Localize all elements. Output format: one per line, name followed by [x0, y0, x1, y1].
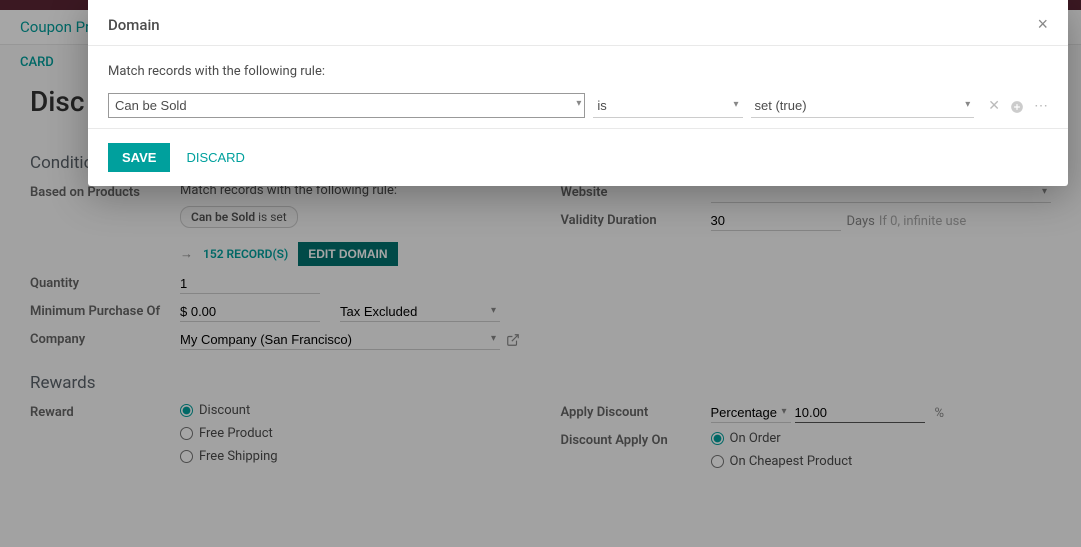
more-rule-icon[interactable]: ⋯ [1034, 98, 1048, 114]
add-rule-icon[interactable] [1010, 96, 1024, 115]
discard-button[interactable]: DISCARD [186, 150, 245, 165]
modal-close-button[interactable]: × [1037, 14, 1048, 35]
domain-modal: Domain × Match records with the followin… [88, 0, 1068, 186]
save-button[interactable]: SAVE [108, 143, 170, 172]
modal-title: Domain [108, 16, 160, 34]
modal-description: Match records with the following rule: [108, 64, 1048, 79]
domain-value-select[interactable]: set (true) [751, 94, 975, 118]
remove-rule-icon[interactable]: ✕ [988, 98, 1000, 114]
domain-field-select[interactable]: Can be Sold [108, 93, 585, 118]
domain-operator-select[interactable]: is [593, 94, 742, 118]
